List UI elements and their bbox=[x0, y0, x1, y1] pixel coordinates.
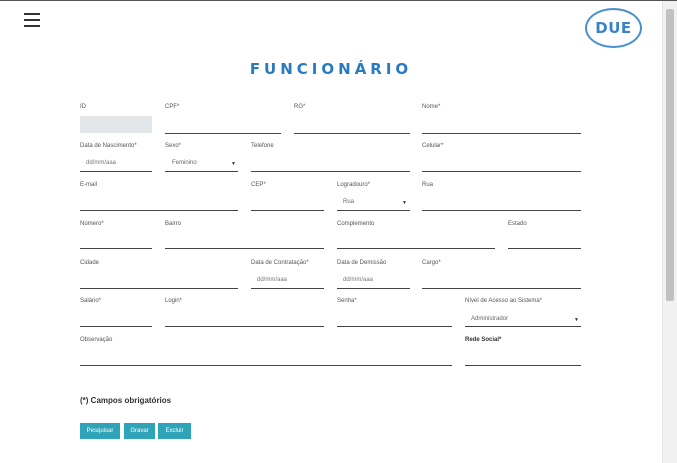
vertical-scrollbar[interactable] bbox=[662, 1, 677, 463]
excluir-button[interactable]: Excluir bbox=[158, 423, 191, 439]
nivel-label: Nível de Acesso ao Sistema* bbox=[465, 298, 543, 304]
cep-field[interactable] bbox=[251, 210, 324, 211]
contratacao-field[interactable] bbox=[251, 288, 324, 289]
page-title: FUNCIONÁRIO bbox=[249, 60, 413, 78]
cpf-field[interactable] bbox=[165, 133, 281, 134]
observacao-field[interactable] bbox=[80, 365, 452, 366]
demissao-placeholder: dd/mm/aaa bbox=[343, 277, 374, 283]
observacao-label: Observação bbox=[80, 337, 113, 343]
cpf-label: CPF* bbox=[165, 104, 180, 110]
cargo-field[interactable] bbox=[422, 288, 581, 289]
demissao-label: Data de Demissão bbox=[337, 260, 387, 266]
sexo-label: Sexo* bbox=[165, 143, 182, 149]
rua-label: Rua bbox=[422, 182, 434, 188]
demissao-field[interactable] bbox=[337, 288, 410, 289]
login-field[interactable] bbox=[165, 326, 324, 327]
nivel-caret-icon: ▼ bbox=[574, 317, 579, 323]
rg-field[interactable] bbox=[294, 133, 410, 134]
numero-label: Número* bbox=[80, 221, 104, 227]
logo-text: DUE bbox=[595, 19, 632, 37]
id-label: ID bbox=[80, 104, 86, 110]
hamburger-menu-icon[interactable] bbox=[24, 13, 40, 27]
complemento-label: Complemento bbox=[337, 221, 375, 227]
rua-field[interactable] bbox=[422, 210, 581, 211]
nivel-select-underline bbox=[465, 326, 581, 327]
email-field[interactable] bbox=[80, 210, 238, 211]
senha-field[interactable] bbox=[337, 326, 452, 327]
nome-field[interactable] bbox=[422, 133, 581, 134]
logradouro-select[interactable]: Rua bbox=[343, 199, 354, 205]
window-top-border bbox=[0, 0, 677, 1]
logradouro-label: Logradouro* bbox=[337, 182, 371, 188]
complemento-field[interactable] bbox=[337, 248, 495, 249]
nascimento-field[interactable] bbox=[80, 171, 152, 172]
nivel-select[interactable]: Administrador bbox=[471, 316, 508, 322]
celular-field[interactable] bbox=[422, 171, 581, 172]
nome-label: Nome* bbox=[422, 104, 441, 110]
contratacao-label: Data de Contratação* bbox=[251, 260, 309, 266]
cargo-label: Cargo* bbox=[422, 260, 441, 266]
celular-label: Celular* bbox=[422, 143, 444, 149]
salario-field[interactable] bbox=[80, 326, 152, 327]
email-label: E-mail bbox=[80, 182, 98, 188]
scrollbar-thumb[interactable] bbox=[666, 9, 674, 301]
sexo-caret-icon: ▼ bbox=[231, 161, 236, 167]
id-field bbox=[80, 116, 152, 133]
numero-field[interactable] bbox=[80, 248, 152, 249]
logradouro-select-underline bbox=[337, 210, 410, 211]
estado-field[interactable] bbox=[508, 248, 581, 249]
estado-label: Estado bbox=[508, 221, 527, 227]
sexo-select[interactable]: Feminino bbox=[172, 160, 197, 166]
nascimento-placeholder: dd/mm/aaa bbox=[86, 160, 117, 166]
telefone-label: Telefone bbox=[251, 143, 274, 149]
cidade-label: Cidade bbox=[80, 260, 100, 266]
rede-social-label: Rede Social* bbox=[465, 337, 502, 343]
pesquisar-button[interactable]: Pesquisar bbox=[80, 423, 120, 439]
gravar-button[interactable]: Gravar bbox=[124, 423, 155, 439]
nascimento-label: Data de Nascimento* bbox=[80, 143, 137, 149]
contratacao-placeholder: dd/mm/aaa bbox=[257, 277, 288, 283]
rg-label: RG* bbox=[294, 104, 306, 110]
telefone-field[interactable] bbox=[251, 171, 410, 172]
bairro-field[interactable] bbox=[165, 248, 324, 249]
salario-label: Salário* bbox=[80, 298, 102, 304]
login-label: Login* bbox=[165, 298, 183, 304]
cidade-field[interactable] bbox=[80, 288, 238, 289]
logradouro-caret-icon: ▼ bbox=[402, 200, 407, 206]
sexo-select-underline bbox=[165, 171, 238, 172]
due-logo: DUE bbox=[585, 8, 642, 48]
rede-social-field[interactable] bbox=[465, 365, 581, 366]
cep-label: CEP* bbox=[251, 182, 266, 188]
senha-label: Senha* bbox=[337, 298, 357, 304]
required-fields-note: (*) Campos obrigatórios bbox=[80, 396, 172, 405]
bairro-label: Bairro bbox=[165, 221, 182, 227]
